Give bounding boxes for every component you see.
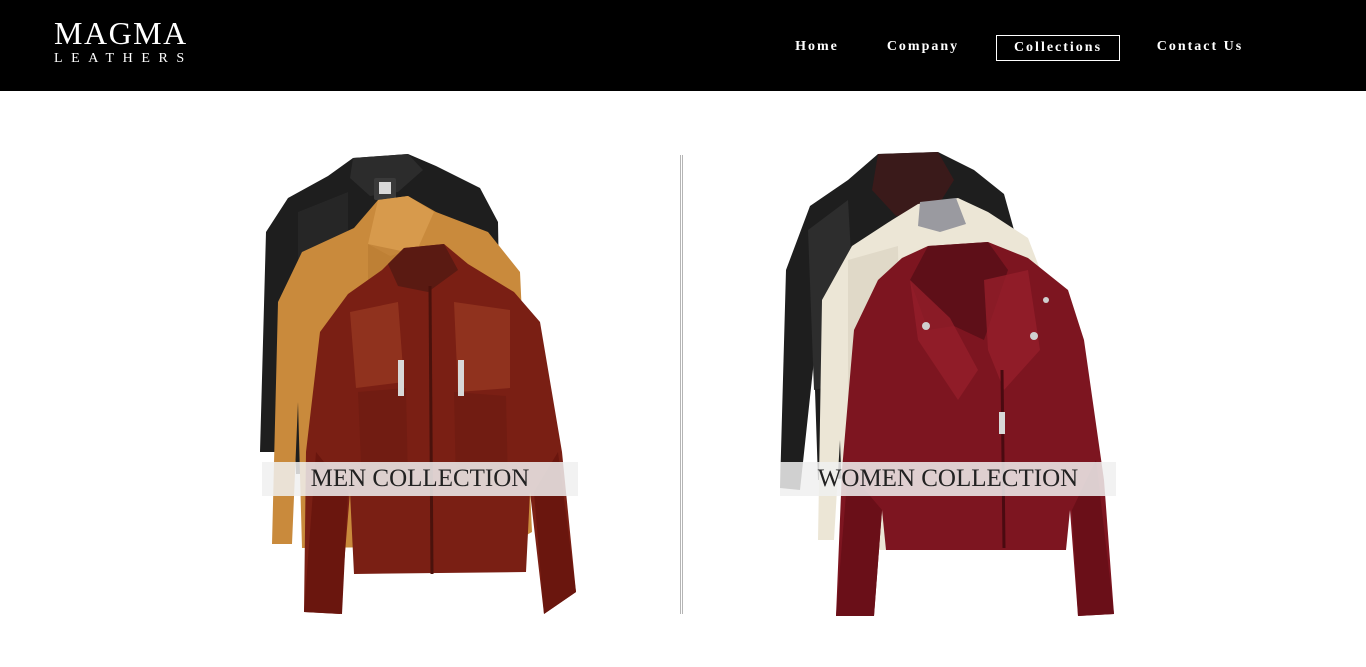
men-collection-card[interactable]: MEN COLLECTION <box>258 152 582 617</box>
nav-collections[interactable]: Collections <box>996 35 1120 61</box>
women-collection-card[interactable]: WOMEN COLLECTION <box>778 150 1120 617</box>
nav-contact-us[interactable]: Contact Us <box>1148 35 1252 59</box>
nav-home[interactable]: Home <box>789 35 845 59</box>
main-nav: Home Company Collections Contact Us <box>0 35 1366 61</box>
nav-company[interactable]: Company <box>880 35 966 59</box>
women-jackets-image <box>780 152 1114 616</box>
men-jackets-image <box>260 154 576 614</box>
women-collection-label[interactable]: WOMEN COLLECTION <box>780 462 1116 496</box>
men-collection-label[interactable]: MEN COLLECTION <box>262 462 578 496</box>
site-header: MAGMA LEATHERS Home Company Collections … <box>0 0 1366 91</box>
collections-divider <box>680 155 683 614</box>
